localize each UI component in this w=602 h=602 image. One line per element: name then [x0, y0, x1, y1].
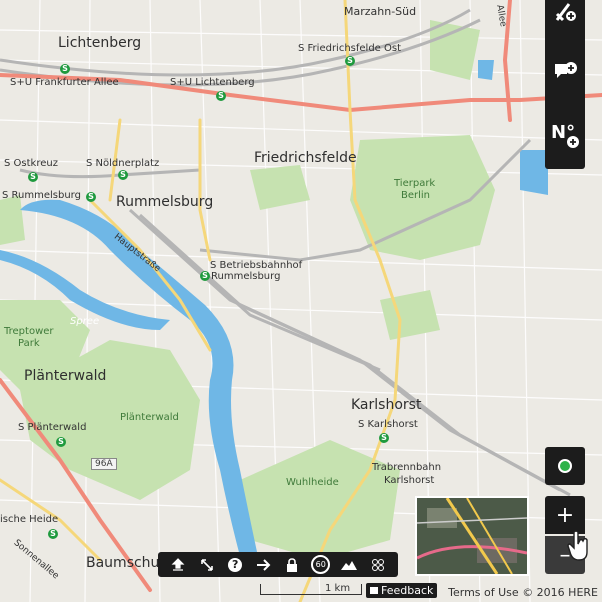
district-label-lichtenberg: Lichtenberg: [58, 35, 142, 51]
park-label-treptower: Treptower: [4, 326, 54, 337]
scale-label: 1 km: [325, 583, 351, 594]
speed-limit-icon[interactable]: 60: [310, 554, 332, 576]
district-label-baumschulenweg: Baumschu: [86, 555, 160, 571]
station-marker[interactable]: S: [48, 529, 58, 539]
add-number-icon[interactable]: N°: [551, 122, 581, 150]
district-label-planterwald: Plänterwald: [24, 368, 107, 384]
upload-icon[interactable]: [167, 554, 189, 576]
hand-cursor-icon: [567, 530, 588, 561]
location-dot-icon: [558, 459, 572, 473]
label-trabrennbahn-karlshorst: Karlshorst: [384, 475, 435, 486]
station-label-noeldnerplatz: S Nöldnerplatz: [86, 158, 160, 169]
station-marker[interactable]: S: [345, 56, 355, 66]
station-label-planterwald: S Plänterwald: [18, 422, 87, 433]
satellite-minimap[interactable]: [415, 496, 529, 576]
lock-icon[interactable]: [281, 554, 303, 576]
station-label-betriebsbahnhof-2: Rummelsburg: [211, 271, 281, 282]
station-label-frankfurter-allee: S+U Frankfurter Allee: [10, 77, 119, 88]
terms-link[interactable]: Terms of Use: [448, 586, 519, 599]
district-label-friedrichsfelde: Friedrichsfelde: [254, 150, 357, 166]
station-label-lichtenberg: S+U Lichtenberg: [170, 77, 255, 88]
station-marker[interactable]: S: [28, 172, 38, 182]
park-label-treptower-park: Park: [18, 338, 40, 349]
locate-button[interactable]: [545, 447, 585, 485]
bottom-toolbar: ? 60: [158, 552, 398, 577]
station-label-karlshorst: S Karlshorst: [358, 419, 418, 430]
station-marker[interactable]: S: [118, 170, 128, 180]
map-footer: Terms of Use © 2016 HERE: [448, 586, 598, 599]
park-label-tierpark: Tierpark: [394, 178, 436, 189]
add-comment-icon[interactable]: [553, 60, 579, 86]
measure-icon[interactable]: [196, 554, 218, 576]
station-marker[interactable]: S: [379, 433, 389, 443]
district-label-marzahn-sued: Marzahn-Süd: [344, 5, 417, 18]
park-label-planterwald: Plänterwald: [120, 412, 179, 423]
district-label-rummelsburg: Rummelsburg: [116, 194, 214, 210]
arrow-right-icon[interactable]: [253, 554, 275, 576]
station-marker[interactable]: S: [56, 437, 66, 447]
help-icon[interactable]: ?: [224, 554, 246, 576]
station-label-friedrichsfelde-ost: S Friedrichsfelde Ost: [298, 43, 402, 54]
terrain-icon[interactable]: [338, 554, 360, 576]
station-marker[interactable]: S: [200, 271, 210, 281]
park-label-tierpark-berlin: Berlin: [401, 190, 431, 201]
label-trabrennbahn: Trabrennbahn: [372, 462, 442, 473]
station-label-schoeneweide: ische Heide: [0, 514, 59, 525]
copyright-text: © 2016 HERE: [522, 586, 598, 599]
map-tools-bar: N°: [545, 0, 585, 169]
station-marker[interactable]: S: [86, 192, 96, 202]
station-label-rummelsburg: S Rummelsburg: [2, 190, 81, 201]
station-marker[interactable]: S: [216, 91, 226, 101]
district-label-karlshorst: Karlshorst: [351, 397, 422, 413]
park-label-wuhlheide: Wuhlheide: [286, 477, 339, 488]
water-label-spree: Spree: [70, 316, 100, 327]
layers-icon[interactable]: [367, 554, 389, 576]
station-label-ostkreuz: S Ostkreuz: [4, 158, 58, 169]
feedback-button[interactable]: Feedback: [366, 583, 438, 598]
station-label-betriebsbahnhof: S Betriebsbahnhof: [210, 260, 303, 271]
zoom-in-button[interactable]: +: [545, 496, 585, 534]
add-route-icon[interactable]: [553, 0, 577, 24]
station-marker[interactable]: S: [60, 64, 70, 74]
road-number-badge: 96A: [91, 458, 117, 470]
comment-icon: [370, 587, 378, 594]
